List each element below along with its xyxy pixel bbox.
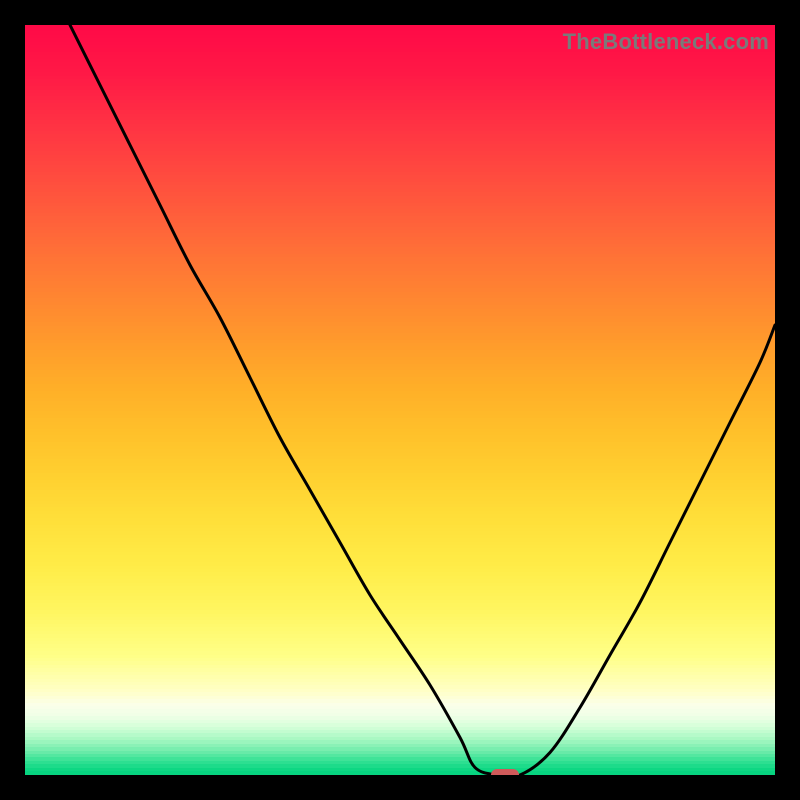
watermark-text: TheBottleneck.com — [563, 29, 769, 55]
chart-frame: TheBottleneck.com — [0, 0, 800, 800]
plot-area: TheBottleneck.com — [25, 25, 775, 775]
optimal-marker — [491, 769, 519, 775]
